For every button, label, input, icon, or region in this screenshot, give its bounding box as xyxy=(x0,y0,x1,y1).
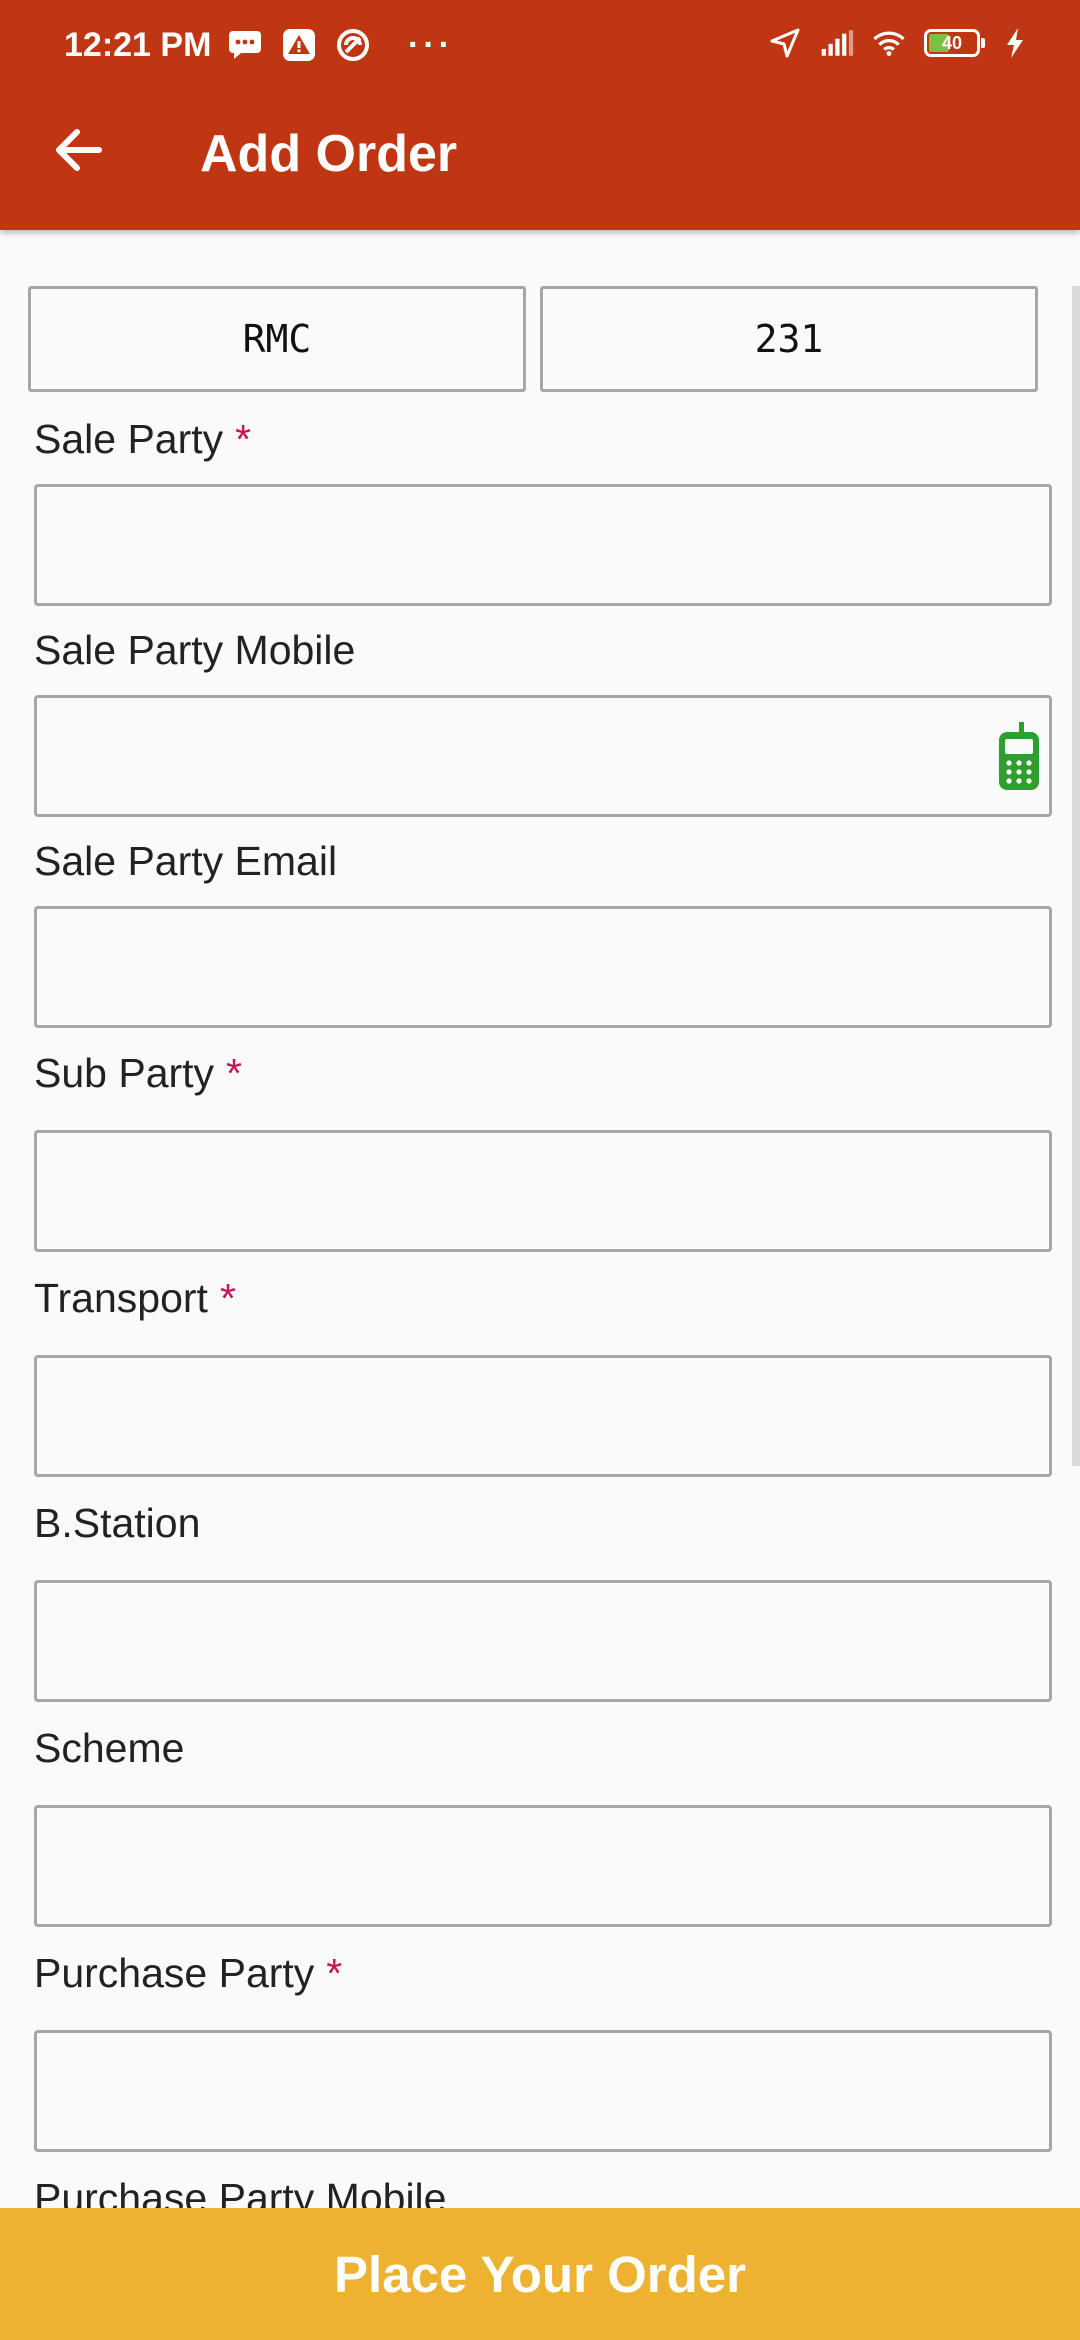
circle-app-icon xyxy=(336,28,370,62)
alert-app-icon xyxy=(282,28,316,62)
purchase-party-mobile-label: Purchase Party Mobile xyxy=(34,2175,447,2208)
sub-party-label: Sub Party * xyxy=(34,1050,243,1096)
order-number-field[interactable]: 231 xyxy=(540,286,1038,392)
b-station-input[interactable] xyxy=(34,1580,1052,1702)
sale-party-mobile-input[interactable] xyxy=(34,695,1052,817)
order-form: RMC 231 Sale Party * Sale Party Mobile Sa… xyxy=(0,230,1080,2208)
status-notification-icons: ··· xyxy=(228,28,454,62)
transport-input[interactable] xyxy=(34,1355,1052,1477)
required-marker: * xyxy=(226,1050,243,1096)
mobile-phone-icon[interactable] xyxy=(997,722,1041,792)
message-icon xyxy=(228,28,262,62)
required-marker: * xyxy=(326,1950,343,1996)
battery-level: 40 xyxy=(941,32,963,53)
charging-icon xyxy=(998,26,1032,60)
scheme-input[interactable] xyxy=(34,1805,1052,1927)
company-code-field[interactable]: RMC xyxy=(28,286,526,392)
place-order-button[interactable]: Place Your Order xyxy=(0,2208,1080,2340)
status-time: 12:21 PM xyxy=(64,26,212,64)
sale-party-input[interactable] xyxy=(34,484,1052,606)
signal-icon xyxy=(820,26,854,60)
sale-party-email-input[interactable] xyxy=(34,906,1052,1028)
battery-icon: 40 xyxy=(924,29,985,57)
app-bar: 12:21 PM ··· 40 Add Order xyxy=(0,0,1080,230)
more-notifications-icon: ··· xyxy=(408,26,454,64)
sale-party-label: Sale Party * xyxy=(34,416,252,462)
required-marker: * xyxy=(235,416,252,462)
required-marker: * xyxy=(219,1275,236,1321)
arrow-left-icon xyxy=(56,129,102,171)
page-title: Add Order xyxy=(200,125,458,183)
wifi-icon xyxy=(872,26,906,60)
transport-label: Transport * xyxy=(34,1275,236,1321)
purchase-party-label: Purchase Party * xyxy=(34,1950,343,1996)
status-system-icons: 40 xyxy=(768,26,1032,60)
sub-party-input[interactable] xyxy=(34,1130,1052,1252)
location-icon xyxy=(768,26,802,60)
b-station-label: B.Station xyxy=(34,1500,201,1546)
sale-party-email-label: Sale Party Email xyxy=(34,838,338,884)
back-button[interactable] xyxy=(48,120,108,180)
scrollbar[interactable] xyxy=(1072,286,1080,1466)
purchase-party-input[interactable] xyxy=(34,2030,1052,2152)
scheme-label: Scheme xyxy=(34,1725,185,1771)
sale-party-mobile-label: Sale Party Mobile xyxy=(34,627,356,673)
